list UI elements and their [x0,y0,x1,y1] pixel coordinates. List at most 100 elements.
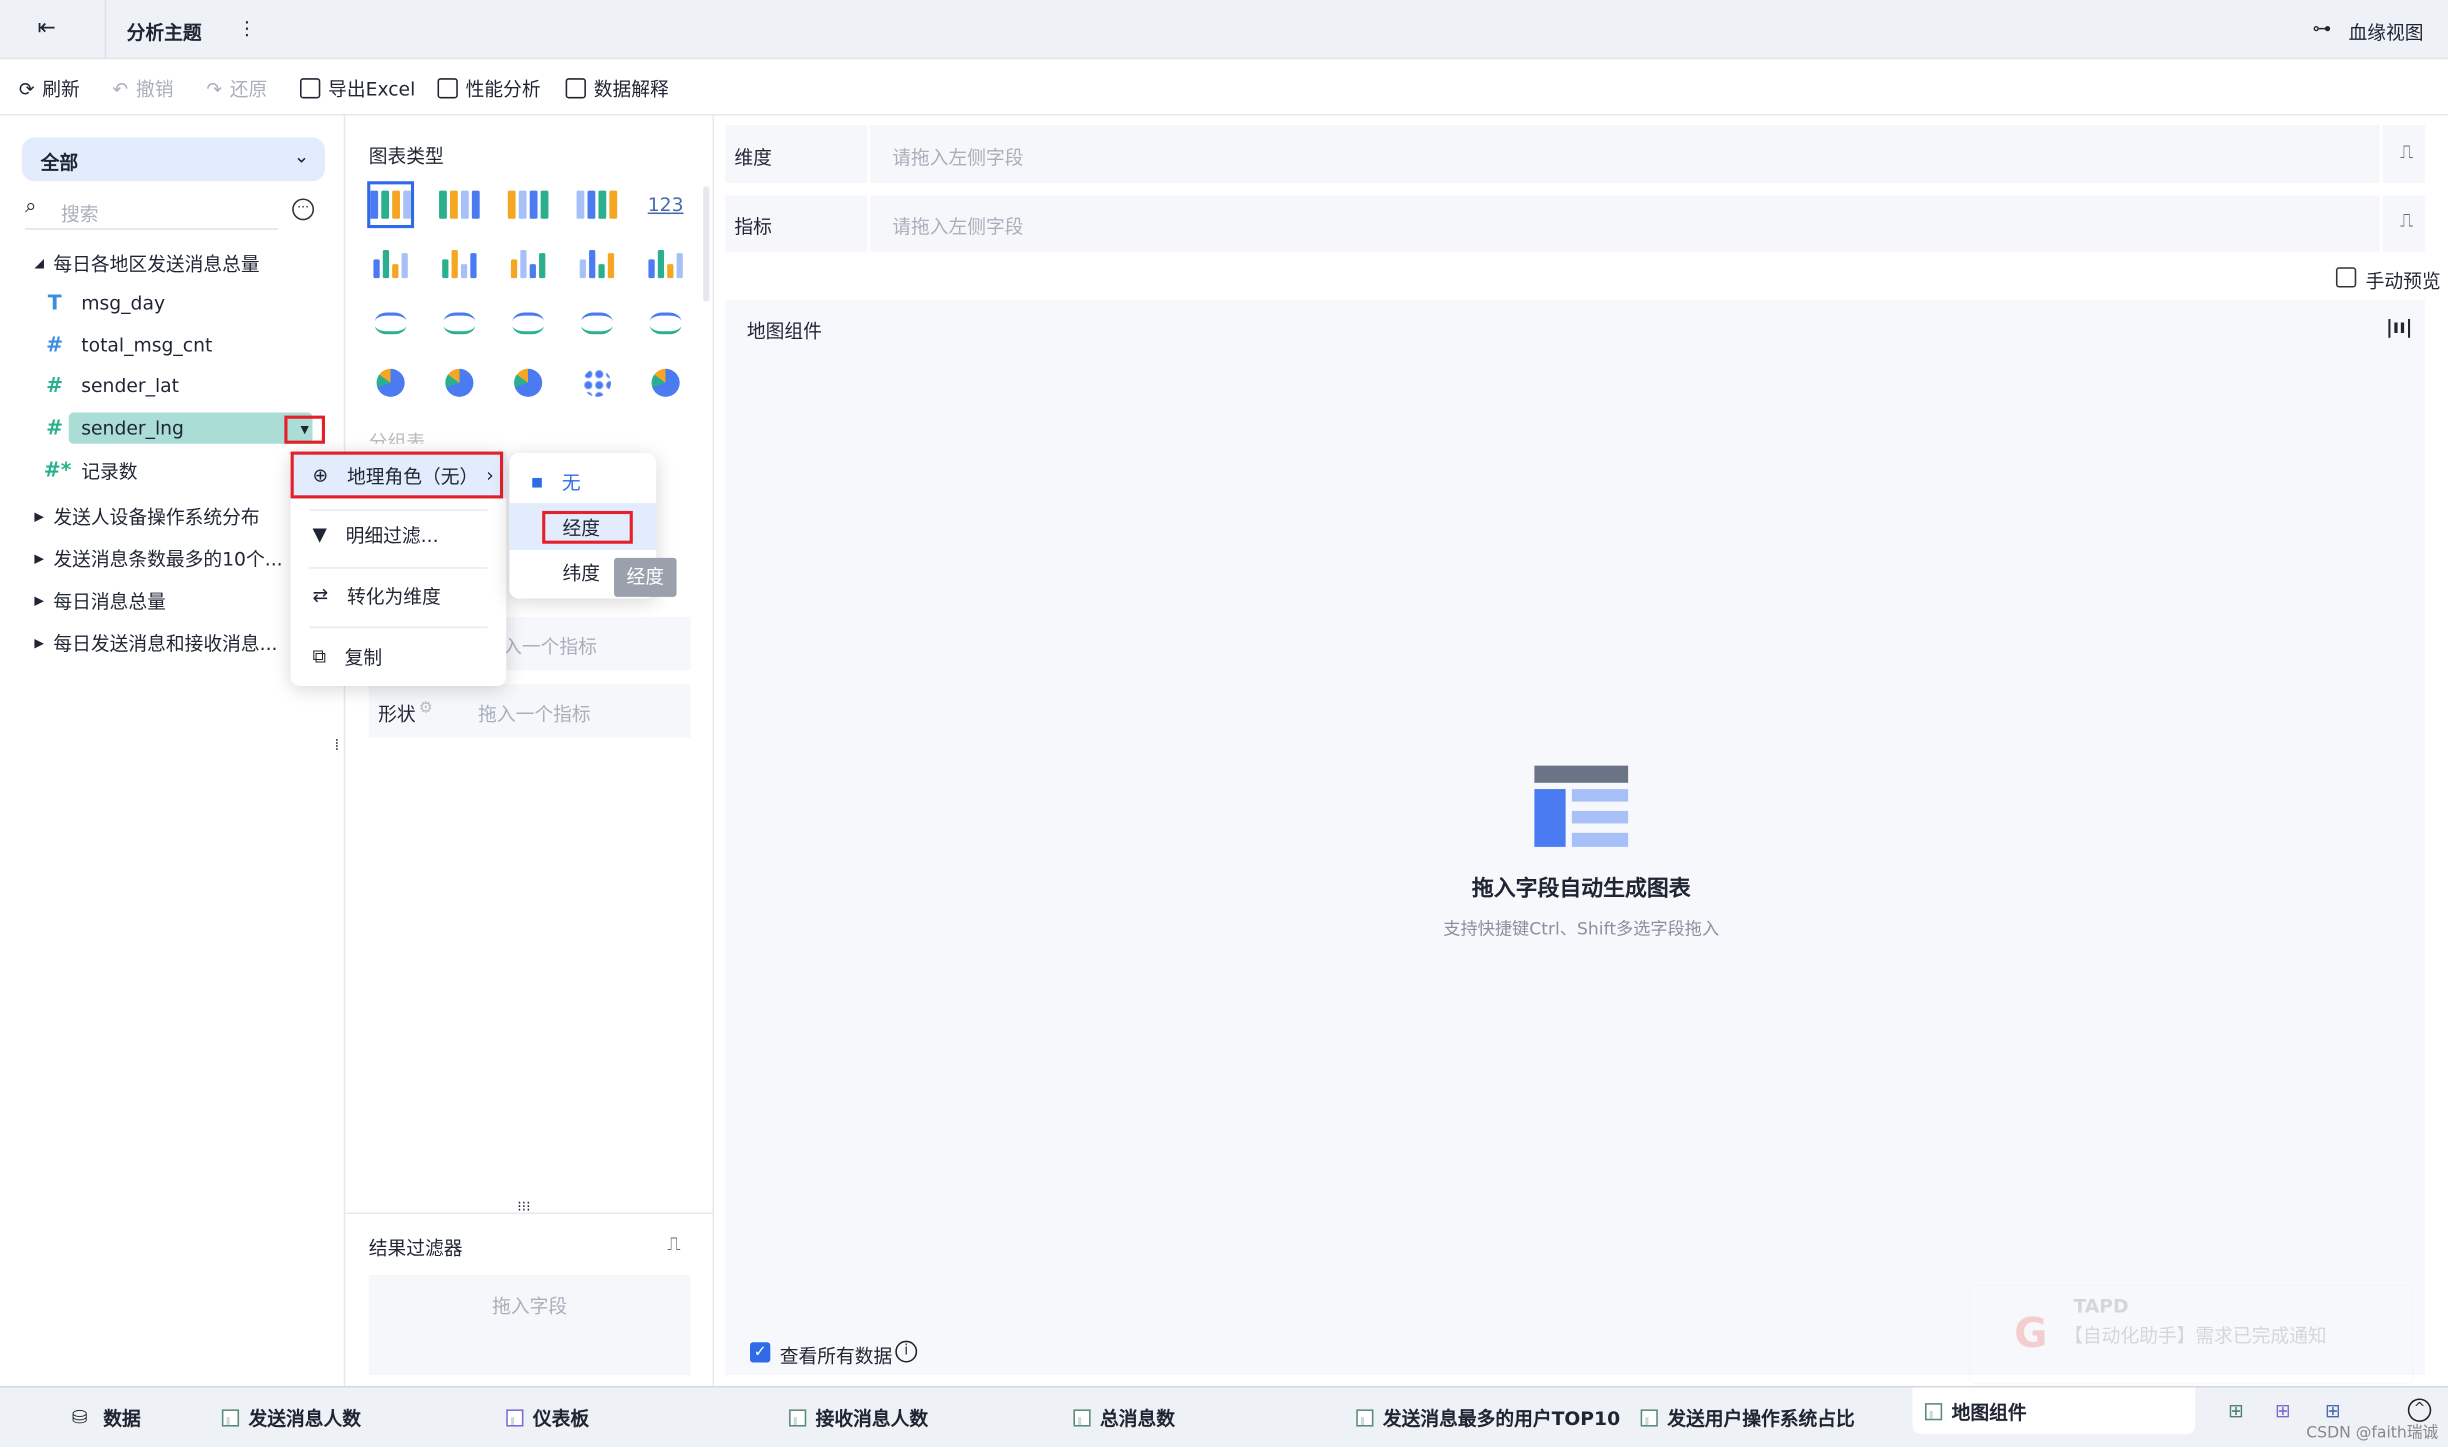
field-panel: 全部 ⌄ ⌕ 搜索 ··· ◢ 每日各地区发送消息总量 Tmsg_day # tota… [0,115,346,1386]
chart-type-area-icon[interactable] [575,302,619,346]
scope-select[interactable]: 全部 ⌄ [21,137,325,182]
chart-sheet-icon [221,1408,240,1426]
field-item[interactable]: # sender_lat [44,370,179,401]
chart-type-treemap-icon[interactable] [575,183,619,227]
field-item[interactable]: Tmsg_day [44,288,165,319]
chart-type-column-icon[interactable] [506,242,550,286]
chart-type-bubble-icon[interactable] [644,361,688,405]
lineage-icon[interactable]: ⊶ [2313,17,2332,39]
tab-active-map[interactable]: 地图组件 [1912,1387,2196,1435]
tree-folder[interactable]: ◢ 每日各地区发送消息总量 [34,247,259,278]
tab-dashboard[interactable]: 仪表板 [506,1388,589,1447]
chart-type-scatter-icon[interactable] [575,361,619,405]
chart-config-panel: 图表类型 123 分组表 入一个指标 形状 ⚙ 拖入一个指标 ⁝⁝⁝ 结果过滤器… [345,115,715,1386]
undo-icon: ↶ [112,77,129,100]
tree-folder[interactable]: ▶ 每日发送消息和接收消息... [34,627,277,658]
lineage-view-button[interactable]: 血缘视图 [2348,19,2423,46]
measure-row[interactable]: 指标 请拖入左侧字段 ⎍ [725,195,2425,252]
undo-button[interactable]: ↶ 撤销 [113,75,174,102]
field-item-selected[interactable]: # sender_lng [44,412,325,444]
number-field-icon: # [46,333,64,358]
redo-button[interactable]: ↷ 还原 [206,75,267,102]
dimension-row[interactable]: 维度 请拖入左侧字段 ⎍ [725,125,2425,183]
chart-type-grouped-bar-icon[interactable] [438,242,482,286]
field-dropdown-button[interactable]: ▼ [284,415,325,444]
menu-item-copy[interactable]: ⧉ 复制 [291,633,507,680]
chart-type-cross-table-icon[interactable] [438,183,482,227]
shape-label: 形状 [378,703,416,725]
tree-folder[interactable]: ▶ 发送人设备操作系统分布 [34,500,259,531]
chart-type-rose-icon[interactable] [438,361,482,405]
settings-icon[interactable]: ⎍ [2400,141,2413,164]
caret-down-icon: ▼ [300,423,309,436]
menu-item-convert-dimension[interactable]: ⇄ 转化为维度 [291,572,507,619]
tapd-logo-icon: G [2014,1310,2048,1358]
chart-type-title: 图表类型 [368,145,444,168]
info-icon[interactable]: i [895,1340,918,1363]
tab-sheet[interactable]: 接收消息人数 [789,1388,928,1447]
export-excel-button[interactable]: 导出Excel [300,75,415,102]
filter-icon: ▼ [312,523,327,546]
chart-type-waterfall-icon[interactable] [644,242,688,286]
chart-sheet-icon [789,1408,807,1426]
tab-sheet[interactable]: 发送消息最多的用户TOP10 [1356,1388,1620,1447]
chart-type-combo-line-icon[interactable] [438,302,482,346]
tree-folder[interactable]: ▶ 发送消息条数最多的10个... [34,542,282,573]
add-dashboard-icon[interactable]: ⊞ [2275,1400,2291,1422]
add-sheet-icon[interactable]: ⊞ [2228,1400,2244,1422]
chart-settings-icon[interactable]: |ıı| [2386,316,2413,338]
empty-state-subtitle: 支持快捷键Ctrl、Shift多选字段拖入 [1443,918,1720,940]
search-icon: ⌕ [25,195,37,219]
field-item[interactable]: #* 记录数 [44,455,138,486]
performance-analysis-button[interactable]: 性能分析 [437,75,541,102]
chart-type-detail-table-icon[interactable] [506,183,550,227]
scrollbar[interactable] [703,185,710,302]
settings-icon[interactable]: ⎍ [2400,209,2413,232]
chart-type-kpi-number-icon[interactable]: 123 [644,183,688,227]
data-explain-button[interactable]: 数据解释 [565,75,669,102]
chart-type-radar-icon[interactable] [506,302,550,346]
shape-drop-zone[interactable]: 形状 ⚙ 拖入一个指标 [368,684,691,738]
caret-right-icon: ▶ [34,508,44,523]
more-icon[interactable]: ⋮ [238,17,257,39]
tab-data[interactable]: ⛁ 数据 [72,1388,141,1447]
view-all-data-checkbox[interactable]: ✓ [750,1342,771,1363]
resize-handle[interactable]: ⁞ [334,738,339,755]
chart-type-stacked-bar-icon[interactable] [369,242,413,286]
menu-item-detail-filter[interactable]: ▼ 明细过滤... [291,511,507,558]
view-all-data-label: 查看所有数据 [779,1345,893,1368]
calculated-field-icon: #* [43,458,72,483]
caret-right-icon: ▶ [34,635,44,650]
chart-type-line-icon[interactable] [369,302,413,346]
refresh-button[interactable]: ⟳ 刷新 [19,75,80,102]
result-filter-title: 结果过滤器 [368,1237,463,1260]
back-icon[interactable]: ⇤ [38,16,56,41]
text-field-icon: T [47,291,62,315]
tab-sheet[interactable]: 发送用户操作系统占比 [1640,1388,1855,1447]
more-options-icon[interactable]: ··· [292,198,315,221]
field-item[interactable]: # total_msg_cnt [44,330,212,361]
canvas-title: 地图组件 [746,320,822,343]
chart-type-gauge-icon[interactable] [644,302,688,346]
performance-icon [437,78,458,99]
caret-right-icon: ▶ [34,550,44,565]
filter-settings-icon[interactable]: ⎍ [667,1233,680,1256]
tab-sheet[interactable]: 总消息数 [1073,1388,1175,1447]
dashboard-icon [506,1408,524,1426]
gear-icon[interactable]: ⚙ [419,700,433,717]
highlight-box [542,510,633,544]
result-filter-drop-zone[interactable]: 拖入字段 [368,1275,691,1375]
tree-folder[interactable]: ▶ 每日消息总量 [34,584,166,615]
chart-type-horizontal-bar-icon[interactable] [575,242,619,286]
chart-sheet-icon [1925,1402,1943,1420]
submenu-item-none[interactable]: ■ 无 [509,458,656,505]
redo-icon: ↷ [206,77,222,100]
notification-toast[interactable]: G TAPD 【自动化助手】需求已完成通知 [1968,1284,2415,1385]
manual-preview-checkbox[interactable] [2335,267,2357,288]
search-input[interactable]: ⌕ 搜索 [25,195,279,230]
tab-sheet[interactable]: 发送消息人数 [221,1388,361,1447]
toolbar: ⟳ 刷新 ↶ 撤销 ↷ 还原 导出Excel 性能分析 数据解释 [0,59,2448,116]
chart-type-table-icon[interactable] [369,183,413,227]
chart-type-donut-icon[interactable] [506,361,550,405]
chart-type-pie-icon[interactable] [369,361,413,405]
